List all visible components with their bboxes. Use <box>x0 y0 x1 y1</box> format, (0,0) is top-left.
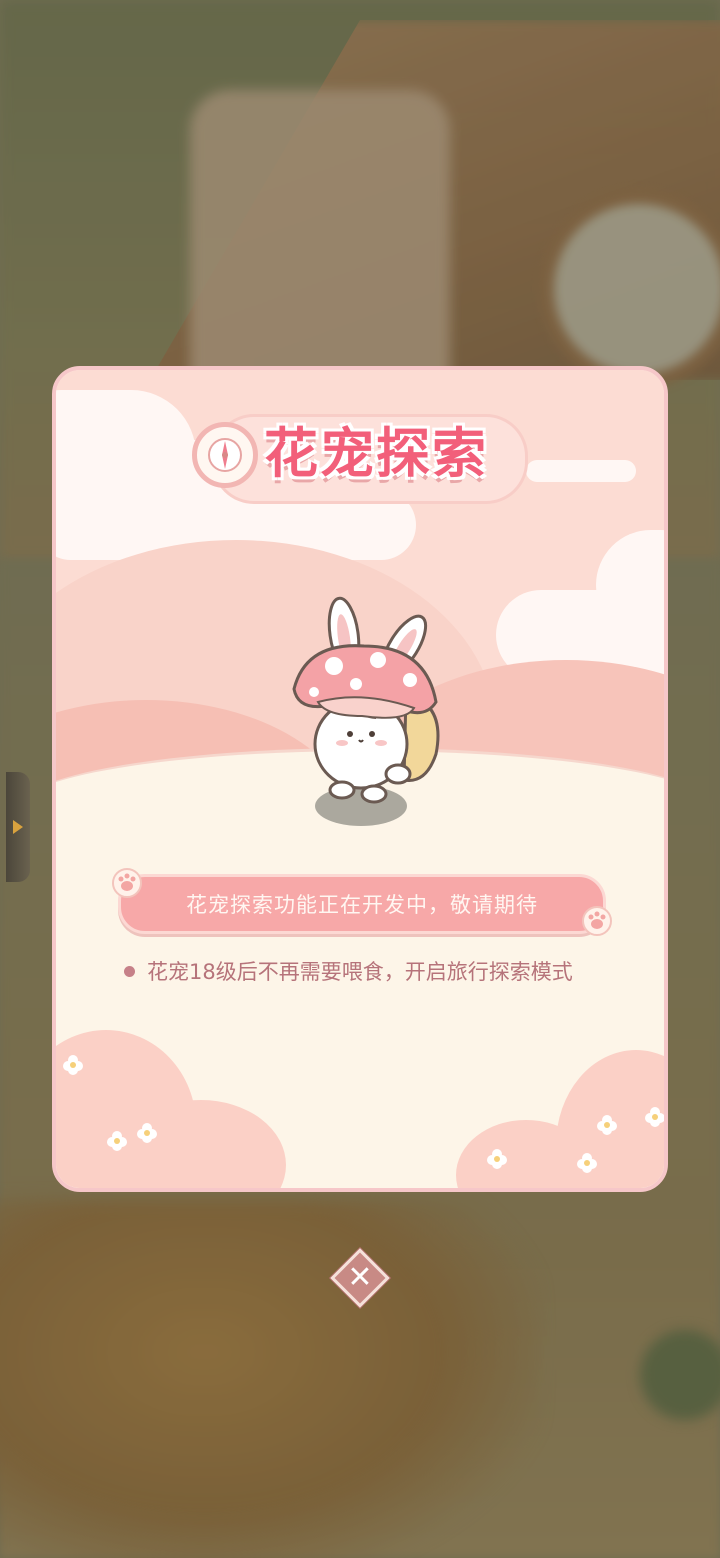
development-notice-text: 花宠探索功能正在开发中，敬请期待 <box>186 893 538 917</box>
flower-decoration <box>487 1149 507 1169</box>
flower-decoration <box>137 1123 157 1143</box>
close-icon: ✕ <box>347 1260 373 1295</box>
development-notice-banner: 花宠探索功能正在开发中，敬请期待 <box>118 874 606 934</box>
flower-decoration <box>597 1115 617 1135</box>
flower-decoration <box>63 1055 83 1075</box>
flower-decoration <box>645 1107 664 1127</box>
pet-explore-dialog: 花宠探索 花宠探索功能正在开发中，敬请期待 花宠18级后不再需要喂食，开启旅行探… <box>52 366 668 1192</box>
side-panel-toggle[interactable] <box>6 772 30 882</box>
mushroom-bunny-pet-illustration <box>292 596 440 826</box>
side-panel-arrow-icon <box>13 820 23 834</box>
flower-decoration <box>577 1153 597 1173</box>
dialog-title: 花宠探索 <box>264 421 488 485</box>
compass-icon <box>192 422 258 488</box>
close-button[interactable]: ✕ <box>330 1248 390 1308</box>
paw-icon <box>112 868 142 898</box>
info-bullet-item: 花宠18级后不再需要喂食，开启旅行探索模式 <box>124 956 644 986</box>
title-banner: 花宠探索 <box>192 406 538 506</box>
cloud <box>526 460 636 482</box>
paw-icon <box>582 906 612 936</box>
game-screen: 花宠探索 花宠探索功能正在开发中，敬请期待 花宠18级后不再需要喂食，开启旅行探… <box>0 0 720 1558</box>
bullet-dot <box>124 965 135 977</box>
flower-decoration <box>107 1131 127 1151</box>
info-bullet-text: 花宠18级后不再需要喂食，开启旅行探索模式 <box>147 960 573 984</box>
